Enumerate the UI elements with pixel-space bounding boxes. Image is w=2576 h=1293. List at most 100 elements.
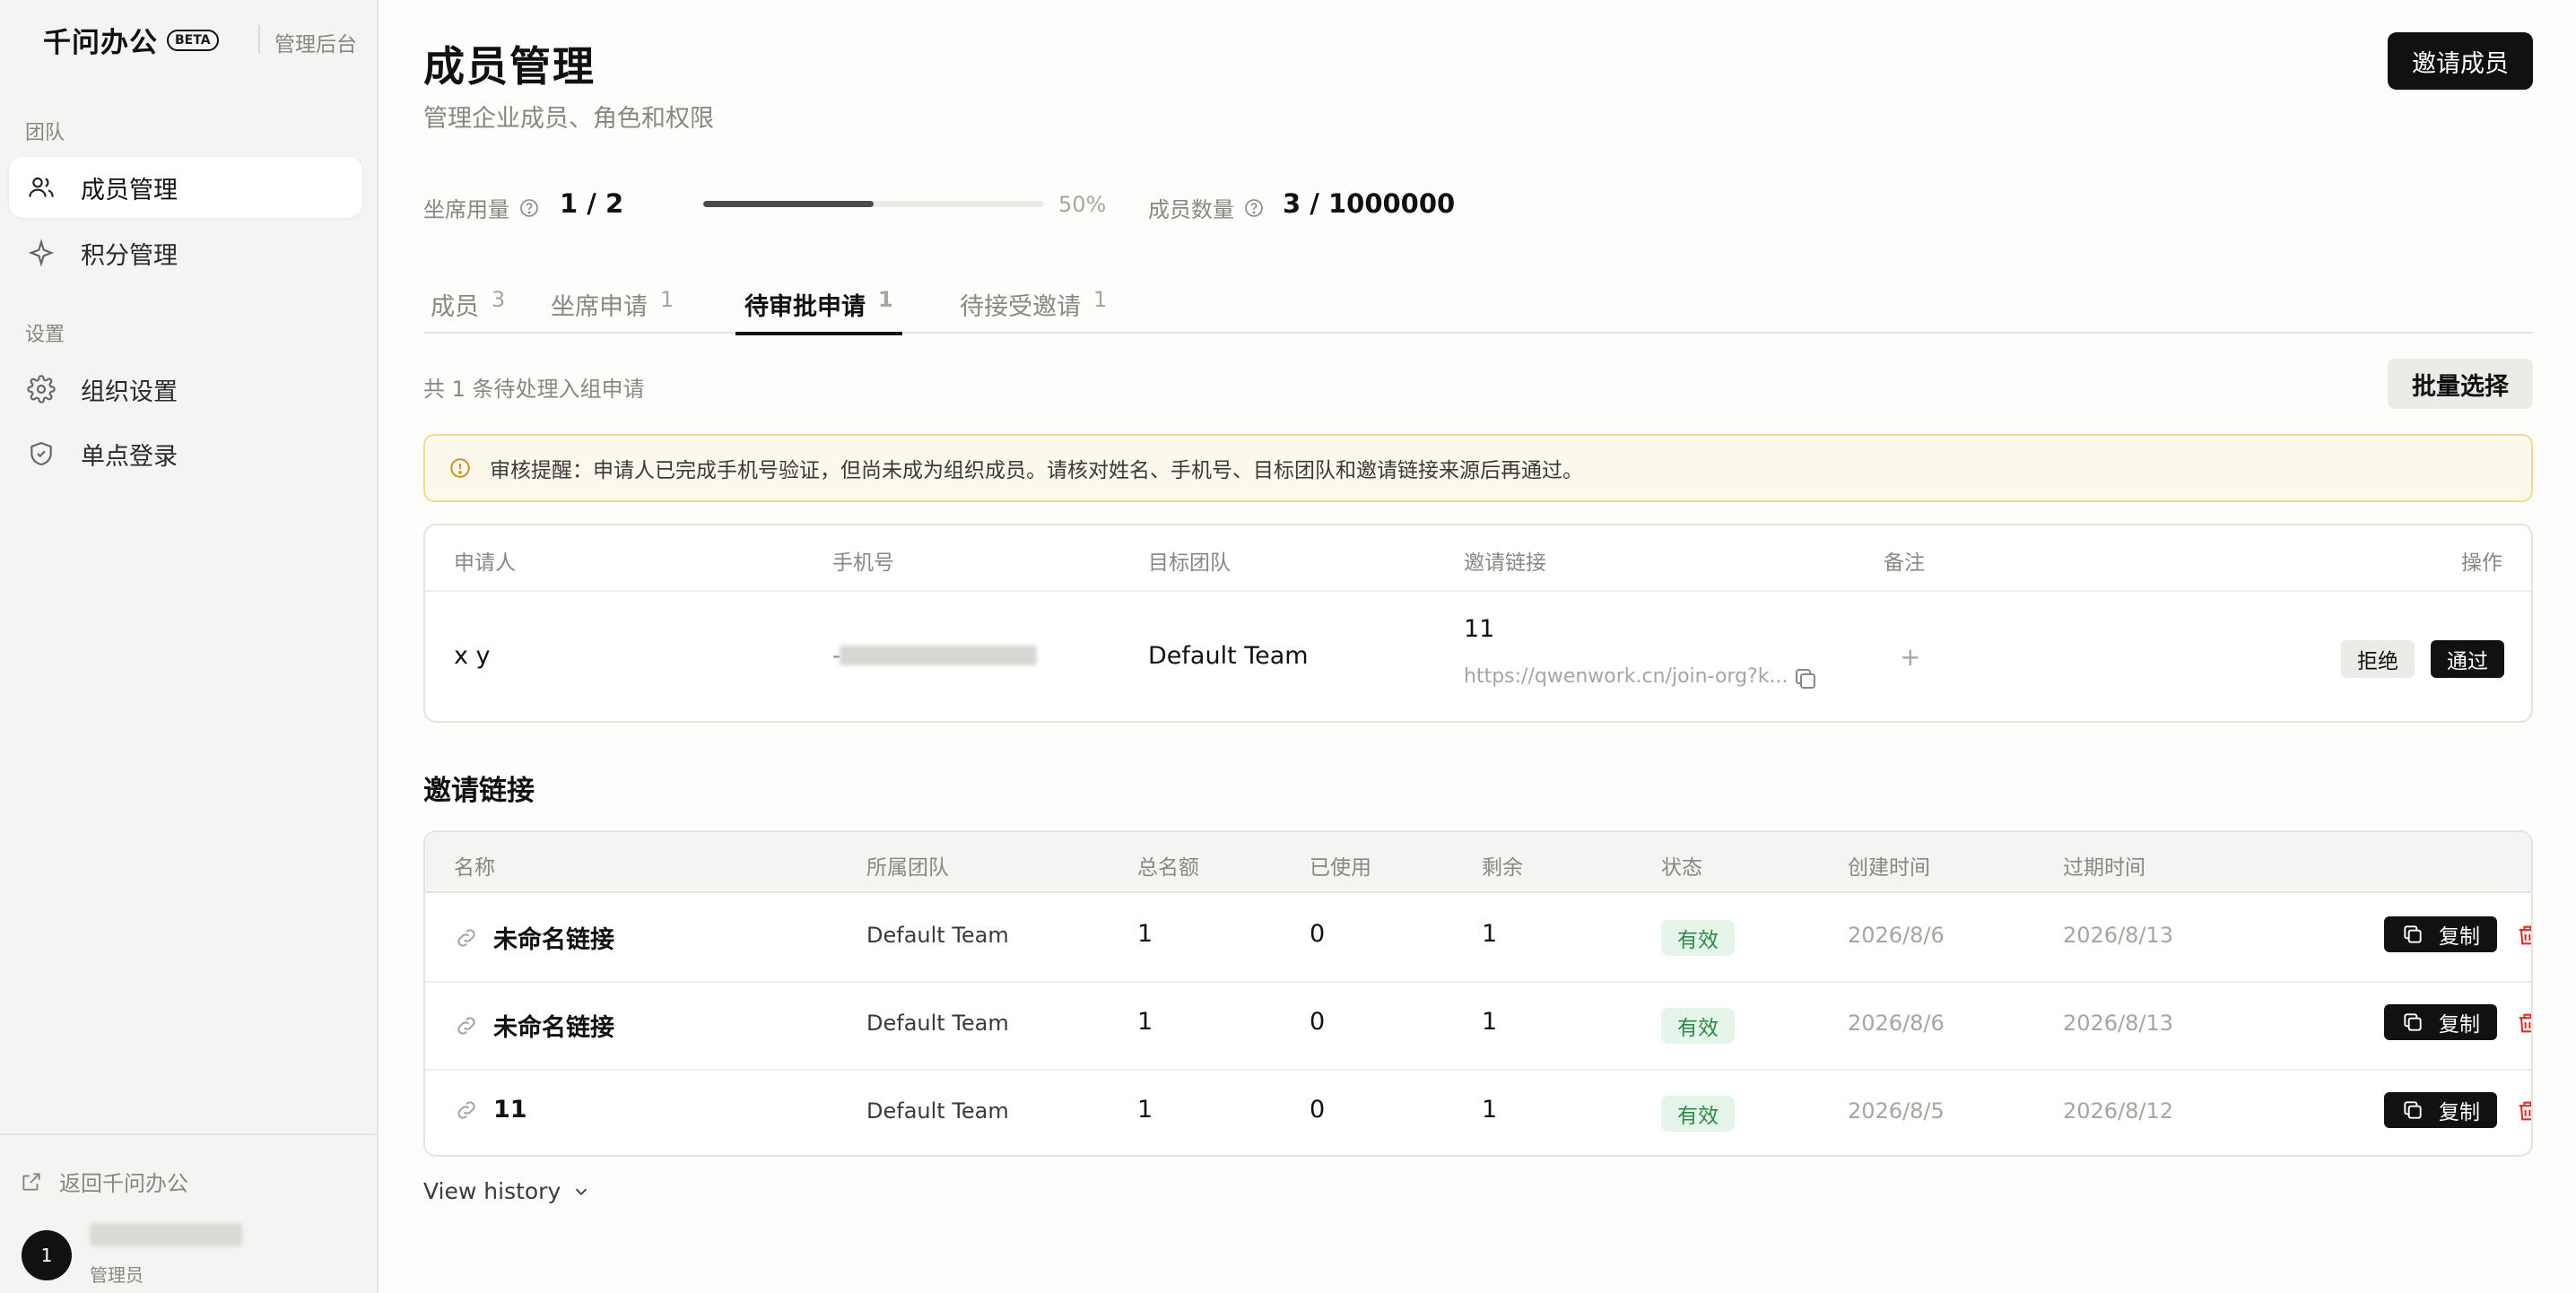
link-icon: [457, 1100, 475, 1119]
sparkle-icon: [25, 237, 57, 269]
link-used: 0: [1310, 920, 1326, 948]
link-total: 1: [1137, 1008, 1153, 1036]
column-header: 目标团队: [1148, 551, 1231, 575]
page-title: 成员管理: [423, 42, 596, 91]
approve-button[interactable]: 通过: [2431, 640, 2504, 678]
notice-text: 审核提醒：申请人已完成手机号验证，但尚未成为组织成员。请核对姓名、手机号、目标团…: [490, 459, 1583, 482]
trash-icon[interactable]: [2515, 1010, 2533, 1037]
group-title-settings: 设置: [25, 324, 65, 346]
link-icon: [457, 1016, 475, 1035]
link-used: 0: [1310, 1008, 1326, 1036]
copy-label: 复制: [2439, 925, 2480, 949]
copy-label: 复制: [2439, 1013, 2480, 1037]
link-used: 0: [1310, 1096, 1326, 1124]
tab-count: 1: [660, 287, 674, 312]
link-created: 2026/8/6: [1848, 923, 1945, 948]
sidebar-item-sso[interactable]: 单点登录: [9, 423, 362, 484]
tab-pending-invites[interactable]: 待接受邀请 1: [960, 287, 1107, 334]
link-created: 2026/8/6: [1848, 1011, 1945, 1036]
sidebar-item-org-settings[interactable]: 组织设置: [9, 359, 362, 420]
sidebar-item-label: 单点登录: [81, 442, 178, 471]
sidebar-item-points[interactable]: 积分管理: [9, 222, 362, 283]
link-team: Default Team: [866, 1098, 1009, 1124]
brand-name: 千问办公: [43, 27, 158, 59]
add-note-button[interactable]: +: [1900, 642, 1920, 672]
copy-icon: [2404, 925, 2422, 943]
gear-icon: [25, 373, 57, 405]
sidebar-footer-divider: [0, 1133, 379, 1135]
target-team: Default Team: [1148, 642, 1309, 670]
applicant-name: x y: [454, 642, 491, 670]
tab-label: 待接受邀请: [960, 293, 1081, 321]
help-icon[interactable]: [1243, 197, 1265, 219]
tab-seat-requests[interactable]: 坐席申请 1: [551, 287, 674, 334]
sidebar-item-label: 组织设置: [81, 377, 178, 406]
table-row: 未命名链接 Default Team 1 0 1 有效 2026/8/6 202…: [425, 893, 2531, 981]
link-team: Default Team: [866, 923, 1009, 948]
trash-icon[interactable]: [2515, 1098, 2533, 1124]
view-history-toggle[interactable]: View history: [423, 1178, 591, 1204]
column-header: 操作: [2461, 551, 2502, 575]
main-content: 成员管理 管理企业成员、角色和权限 邀请成员 坐席用量 1 / 2 50% 成员…: [380, 0, 2576, 1293]
seats-progress-bar: [703, 201, 1044, 207]
copy-icon: [2404, 1101, 2422, 1119]
link-name-text: 未命名链接: [493, 1014, 614, 1042]
copy-link-button[interactable]: 复制: [2384, 1092, 2497, 1128]
pending-requests-table: 申请人 手机号 目标团队 邀请链接 备注 操作 x y - Default Te…: [423, 524, 2533, 723]
pending-total: 共 1 条待处理入组申请: [423, 377, 645, 402]
brand-divider: [258, 25, 260, 54]
link-remaining: 1: [1482, 1096, 1498, 1124]
avatar[interactable]: 1: [22, 1230, 72, 1280]
tab-count: 3: [492, 287, 506, 312]
history-label: View history: [423, 1178, 561, 1204]
invite-member-button[interactable]: 邀请成员: [2388, 32, 2533, 90]
link-name: 未命名链接: [454, 920, 614, 955]
link-expires: 2026/8/12: [2063, 1098, 2174, 1124]
back-link-label: 返回千问办公: [59, 1171, 188, 1196]
brand[interactable]: 千问办公 BETA: [43, 20, 219, 60]
status-badge: 有效: [1661, 1008, 1735, 1044]
column-header: 剩余: [1482, 856, 1523, 880]
table-header: 名称 所属团队 总名额 已使用 剩余 状态 创建时间 过期时间: [425, 832, 2531, 893]
trash-icon[interactable]: [2515, 922, 2533, 949]
link-remaining: 1: [1482, 1008, 1498, 1036]
link-name: 11: [454, 1096, 527, 1124]
tab-members[interactable]: 成员 3: [431, 287, 505, 334]
column-header: 创建时间: [1848, 856, 1930, 880]
link-name-text: 11: [493, 1096, 527, 1124]
back-to-app-link[interactable]: 返回千问办公: [20, 1166, 188, 1197]
column-header: 邀请链接: [1464, 551, 1546, 575]
tab-pending-approvals[interactable]: 待审批申请 1: [735, 287, 902, 335]
link-name-text: 未命名链接: [493, 926, 614, 954]
invite-links-table: 名称 所属团队 总名额 已使用 剩余 状态 创建时间 过期时间 未命名链接 De…: [423, 830, 2533, 1157]
beta-badge: BETA: [167, 29, 219, 51]
link-team: Default Team: [866, 1011, 1009, 1036]
tab-count: 1: [1093, 287, 1108, 312]
table-row: 11 Default Team 1 0 1 有效 2026/8/5 2026/8…: [425, 1069, 2533, 1155]
column-header: 手机号: [832, 551, 894, 575]
bulk-select-button[interactable]: 批量选择: [2388, 359, 2533, 409]
copy-link-button[interactable]: 复制: [2384, 916, 2497, 952]
link-remaining: 1: [1482, 920, 1498, 948]
column-header: 过期时间: [2063, 856, 2145, 880]
phone-redacted: [840, 646, 1037, 665]
copy-link-button[interactable]: 复制: [2384, 1004, 2497, 1040]
link-expires: 2026/8/13: [2063, 923, 2174, 948]
seats-label: 坐席用量: [423, 192, 540, 223]
copy-icon[interactable]: [1792, 665, 1819, 692]
column-header: 申请人: [454, 551, 516, 575]
sidebar-item-label: 积分管理: [81, 241, 178, 270]
column-header: 总名额: [1137, 856, 1199, 880]
brand-subtitle: 管理后台: [274, 33, 357, 56]
table-row: 未命名链接 Default Team 1 0 1 有效 2026/8/6 202…: [425, 981, 2531, 1069]
users-icon: [25, 171, 57, 204]
link-icon: [457, 928, 475, 947]
copy-label: 复制: [2439, 1101, 2480, 1124]
help-icon[interactable]: [518, 197, 540, 219]
reject-button[interactable]: 拒绝: [2341, 640, 2415, 678]
status-badge: 有效: [1661, 920, 1735, 956]
invite-link-name: 11: [1464, 615, 1495, 643]
column-header: 状态: [1661, 856, 1702, 880]
user-name-redacted: [90, 1223, 242, 1246]
sidebar-item-members[interactable]: 成员管理: [9, 157, 362, 218]
